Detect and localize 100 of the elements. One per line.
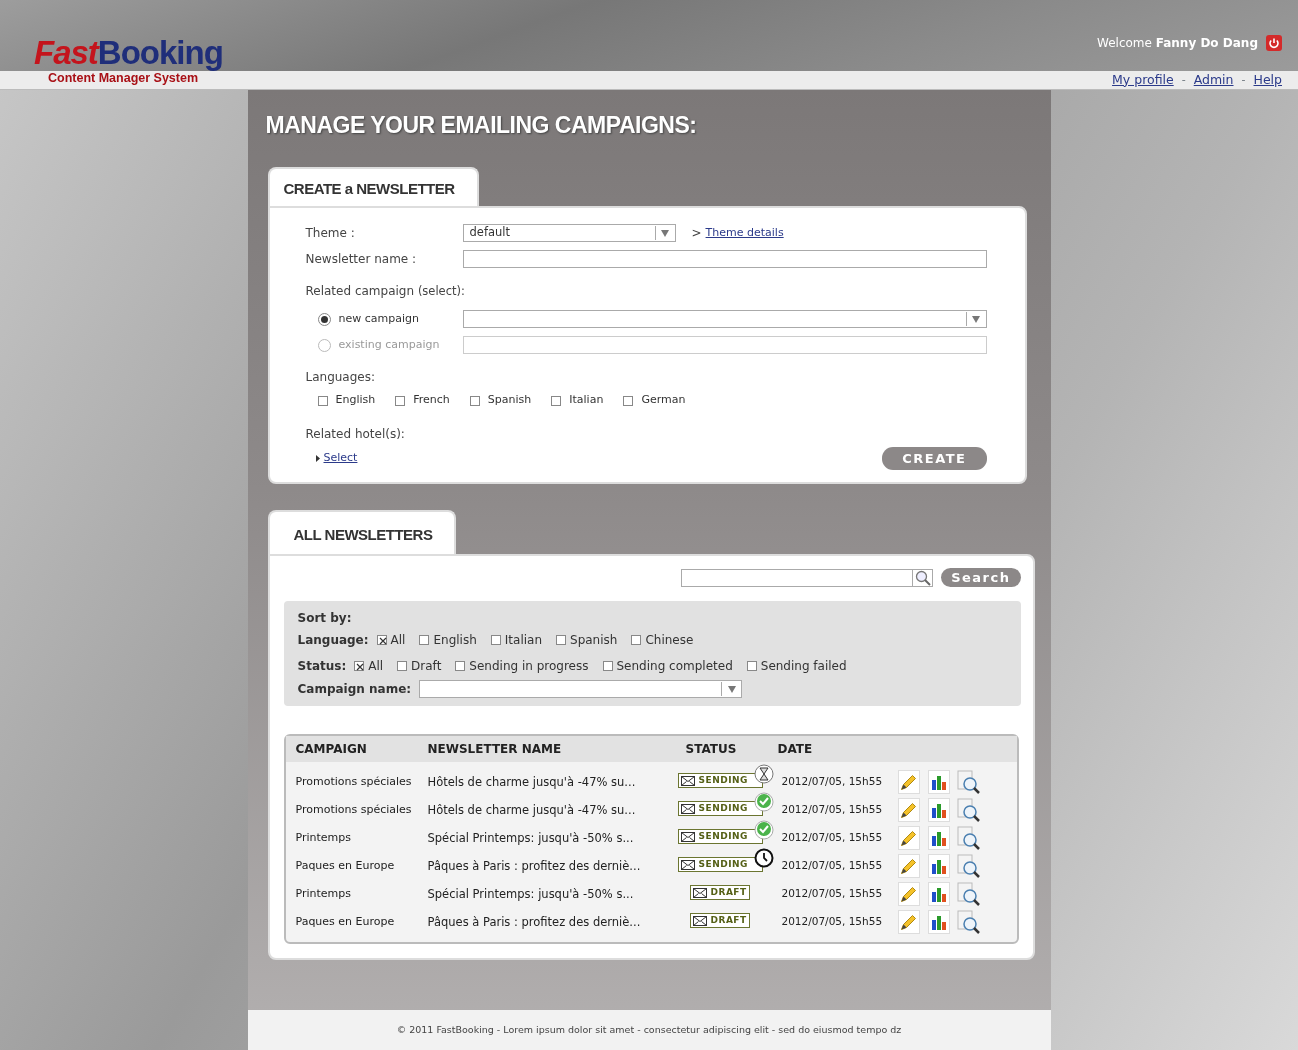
checkbox-label: Italian — [569, 392, 604, 409]
pencil-icon — [901, 802, 916, 818]
page-title: MANAGE YOUR EMAILING CAMPAIGNS: — [264, 111, 698, 140]
column-header: STATUS — [684, 741, 738, 759]
checkbox[interactable] — [397, 661, 408, 672]
nav-link[interactable]: Help — [1253, 70, 1282, 90]
table-cell-text: Paques en Europe — [294, 914, 396, 930]
caret-icon — [659, 227, 671, 239]
checkbox-label: Chinese — [645, 632, 694, 650]
campaign-dropdown[interactable] — [462, 310, 987, 329]
checkbox-label: Italian — [504, 632, 542, 650]
newsletter-name-input[interactable] — [462, 250, 987, 268]
checkbox-label: Spanish — [570, 632, 618, 650]
radio-button[interactable] — [317, 312, 331, 326]
checkbox-label: English — [335, 392, 376, 409]
link-prefix: > — [691, 225, 702, 242]
checkbox-label: Draft — [411, 658, 442, 676]
statistics-button[interactable] — [927, 854, 950, 879]
column-header: NEWSLETTER NAME — [427, 741, 563, 759]
campaign-name-dropdown[interactable] — [419, 680, 743, 699]
envelope-icon — [680, 859, 695, 870]
edit-button[interactable] — [897, 910, 920, 935]
table-cell-text: Hôtels de charme jusqu'à -47% su... — [427, 801, 637, 819]
separator: - — [1241, 71, 1246, 88]
table-cell-text: Promotions spéciales — [294, 774, 413, 790]
search-button[interactable]: Search — [941, 567, 1021, 588]
edit-button[interactable] — [897, 770, 920, 795]
sort-title: Sort by: — [297, 610, 353, 628]
filter-label: Language: — [297, 632, 369, 650]
checkbox[interactable] — [623, 395, 634, 406]
check-mark-icon — [377, 636, 388, 647]
checkbox-label: French — [413, 392, 450, 409]
field-label: Related campaign (select): — [305, 283, 465, 300]
statistics-button[interactable] — [927, 882, 950, 907]
preview-button[interactable] — [957, 910, 980, 935]
checkbox[interactable] — [746, 661, 757, 672]
panel-tab[interactable]: CREATE a NEWSLETTER — [267, 166, 479, 206]
welcome-text: Welcome Fanny Do Dang — [1097, 35, 1258, 52]
nav-link[interactable]: My profile — [1112, 70, 1174, 90]
preview-button[interactable] — [957, 798, 980, 823]
table-cell-text: 2012/07/05, 15h55 — [780, 858, 884, 874]
checkbox[interactable] — [395, 395, 406, 406]
theme-dropdown[interactable]: default — [462, 224, 676, 242]
checkbox[interactable] — [602, 661, 613, 672]
checkbox[interactable] — [354, 661, 365, 672]
hourglass-icon — [753, 764, 774, 785]
nav-link[interactable]: Admin — [1193, 70, 1234, 90]
theme-details-link[interactable]: Theme details — [705, 224, 784, 242]
table-cell-text: Pâques à Paris : profitez des derniè... — [427, 913, 642, 931]
checkbox[interactable] — [490, 635, 501, 646]
checkbox[interactable] — [469, 395, 480, 406]
document-magnifier-icon — [956, 882, 981, 907]
checkbox-label: Spanish — [487, 392, 532, 409]
checkbox[interactable] — [455, 661, 466, 672]
preview-button[interactable] — [957, 770, 980, 795]
checkbox[interactable] — [317, 395, 328, 406]
statistics-button[interactable] — [927, 826, 950, 851]
preview-button[interactable] — [957, 882, 980, 907]
field-label: Related hotel(s): — [305, 425, 405, 443]
select-link[interactable]: Select — [323, 450, 358, 467]
statistics-button[interactable] — [927, 910, 950, 935]
search-icon — [914, 569, 931, 586]
search-field[interactable] — [681, 568, 934, 587]
document-magnifier-icon — [956, 770, 981, 795]
checkbox-label: English — [433, 632, 477, 650]
checkbox[interactable] — [556, 635, 566, 646]
preview-button[interactable] — [957, 826, 980, 851]
envelope-icon — [692, 887, 707, 898]
create-button[interactable]: CREATE — [882, 446, 987, 471]
pencil-icon — [901, 830, 916, 846]
panel-tab[interactable]: ALL NEWSLETTERS — [267, 510, 457, 554]
logo: FastBooking — [34, 36, 223, 69]
filter-label: Status: — [297, 658, 347, 676]
checkbox[interactable] — [631, 635, 642, 646]
table-cell-text: Pâques à Paris : profitez des derniè... — [427, 857, 642, 875]
statistics-button[interactable] — [927, 798, 950, 823]
footer-text: © 2011 FastBooking - Lorem ipsum dolor sit amet - consectetur adipiscing elit - sed do eiusmod tempo dz — [247, 1010, 1051, 1050]
envelope-icon — [680, 775, 695, 786]
statistics-button[interactable] — [927, 770, 950, 795]
edit-button[interactable] — [897, 882, 920, 907]
edit-button[interactable] — [897, 798, 920, 823]
column-header: DATE — [777, 741, 814, 759]
envelope-icon — [692, 915, 707, 926]
checkbox-label: All — [390, 632, 406, 650]
power-icon — [1266, 35, 1282, 51]
document-magnifier-icon — [956, 854, 981, 879]
preview-button[interactable] — [957, 854, 980, 879]
checkbox[interactable] — [376, 635, 387, 646]
filter-label: Campaign name: — [297, 681, 412, 699]
separator: - — [1181, 71, 1186, 88]
checkbox-label: German — [641, 392, 686, 409]
document-magnifier-icon — [956, 826, 981, 851]
table-cell-text: Printemps — [294, 830, 352, 846]
edit-button[interactable] — [897, 826, 920, 851]
triangle-icon — [315, 455, 320, 462]
checkbox-label: All — [368, 658, 384, 676]
checkbox[interactable] — [419, 635, 430, 646]
pencil-icon — [901, 858, 916, 874]
checkbox[interactable] — [551, 395, 562, 406]
edit-button[interactable] — [897, 854, 920, 879]
